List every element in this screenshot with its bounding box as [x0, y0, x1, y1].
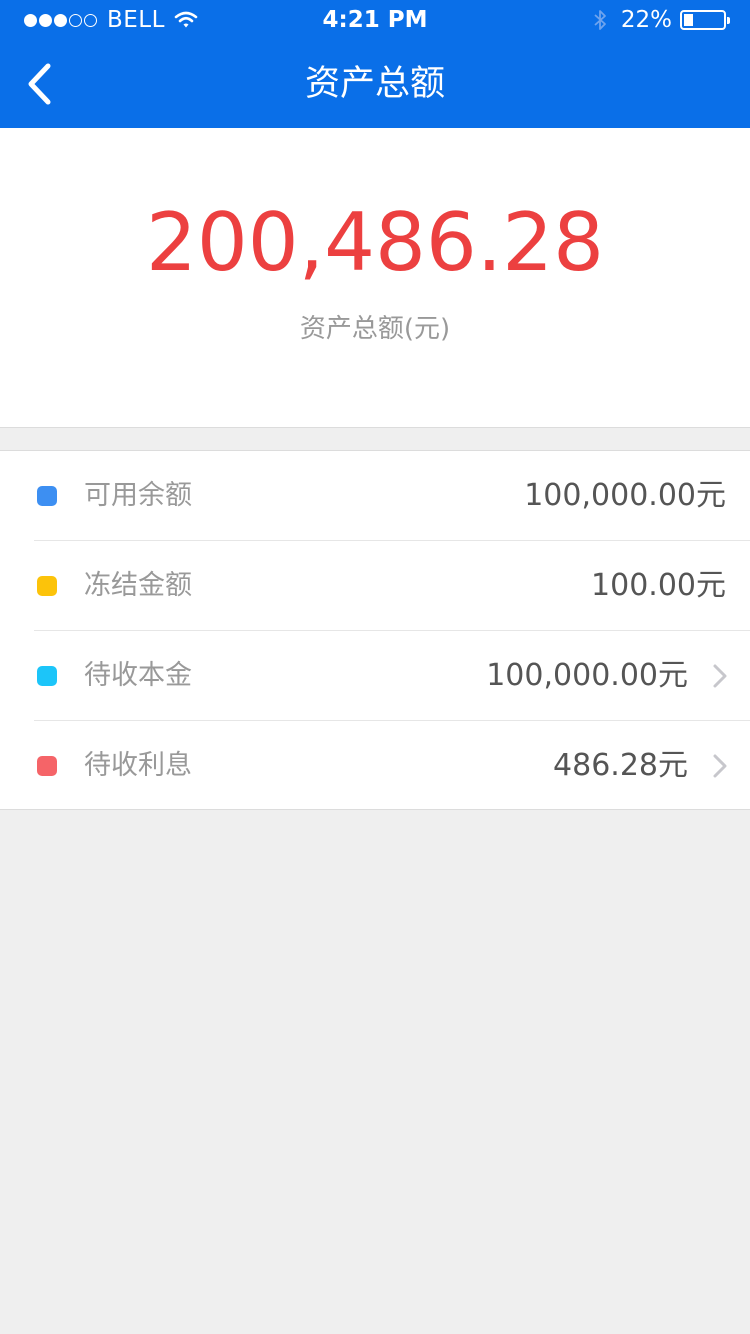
item-value: 100,000.00元: [524, 478, 726, 513]
color-marker: [37, 576, 57, 596]
color-marker: [37, 666, 57, 686]
status-bar: BELL 4:21 PM 22%: [0, 0, 750, 40]
page-title: 资产总额: [304, 64, 445, 104]
list-item-pending-interest[interactable]: 待收利息 486.28元: [0, 721, 750, 811]
item-value: 486.28元: [553, 748, 688, 783]
item-label: 冻结金额: [84, 570, 192, 601]
battery-percent: 22%: [620, 7, 672, 33]
chevron-right-icon: [713, 754, 727, 778]
total-amount: 200,486.28: [145, 196, 605, 289]
item-label: 待收利息: [84, 750, 192, 781]
item-value: 100.00元: [591, 568, 726, 603]
color-marker: [37, 486, 57, 506]
total-amount-label: 资产总额(元): [299, 314, 451, 344]
bluetooth-icon: [594, 10, 606, 30]
total-assets-summary: 200,486.28 资产总额(元): [0, 128, 750, 428]
asset-breakdown-list: 可用余额 100,000.00元 冻结金额 100.00元 待收本金 100,0…: [0, 450, 750, 810]
list-item-pending-principal[interactable]: 待收本金 100,000.00元: [0, 631, 750, 721]
color-marker: [37, 756, 57, 776]
list-item-frozen-amount: 冻结金额 100.00元: [0, 541, 750, 631]
navigation-bar: 资产总额: [0, 40, 750, 128]
battery-level: [684, 14, 694, 26]
header-bar: BELL 4:21 PM 22% 资产总额: [0, 0, 750, 128]
chevron-right-icon: [713, 664, 727, 688]
list-item-available-balance: 可用余额 100,000.00元: [0, 451, 750, 541]
item-value: 100,000.00元: [486, 658, 688, 693]
battery-icon: [680, 10, 730, 30]
status-right: 22%: [593, 7, 730, 33]
item-label: 可用余额: [84, 480, 192, 511]
item-label: 待收本金: [84, 660, 192, 691]
